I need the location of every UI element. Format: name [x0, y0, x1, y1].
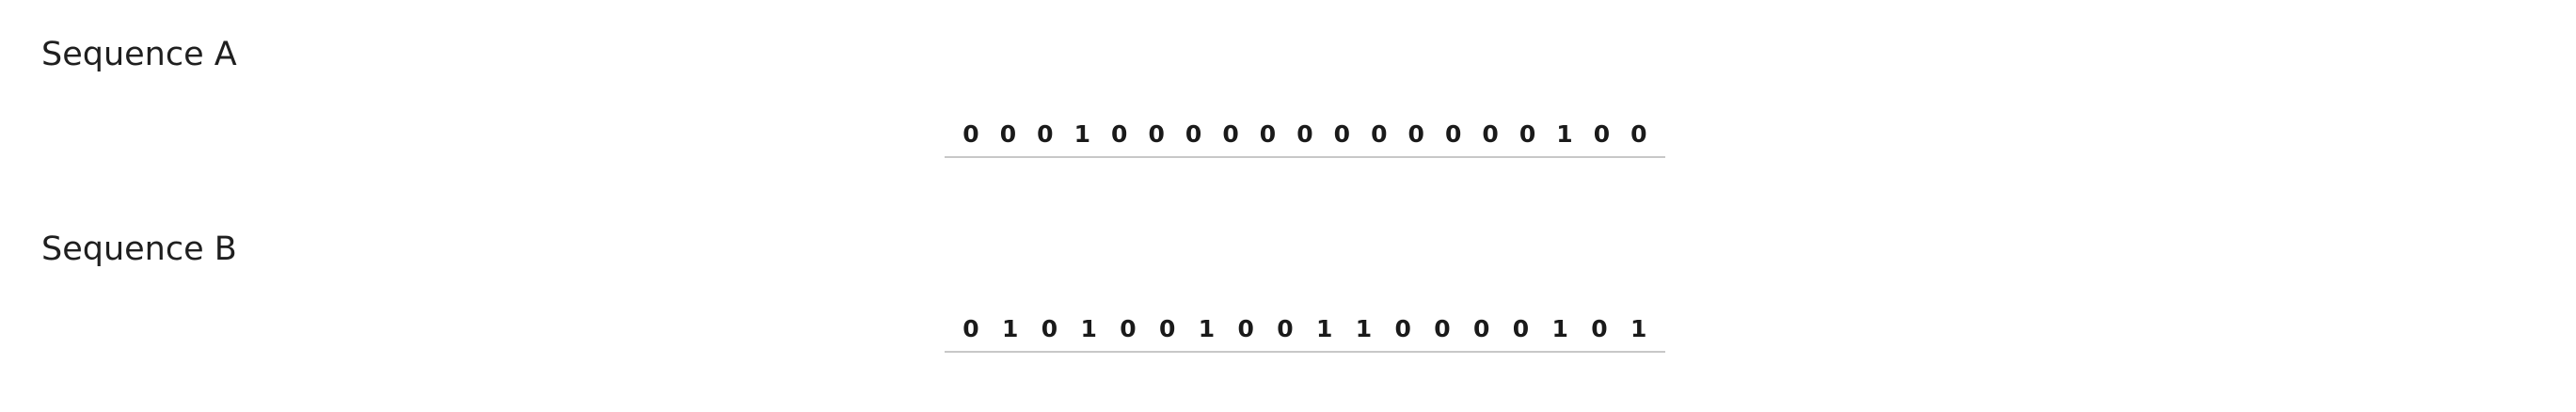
- bit-cell: 0: [962, 120, 979, 148]
- bit-cell: 1: [1551, 315, 1568, 342]
- bit-cell: 0: [1222, 120, 1239, 148]
- bit-cell: 1: [1002, 315, 1019, 342]
- bit-cell: 1: [1630, 315, 1647, 342]
- bit-cell: 0: [1120, 315, 1137, 342]
- bit-cell: 1: [1080, 315, 1097, 342]
- bit-cell: 0: [1111, 120, 1128, 148]
- bit-cell: 0: [1237, 315, 1254, 342]
- bit-cell: 0: [1259, 120, 1277, 148]
- bit-cell: 0: [1277, 315, 1294, 342]
- bit-cell: 1: [1198, 315, 1216, 342]
- bit-cell: 0: [1159, 315, 1176, 342]
- sequence-a-title: Sequence A: [41, 36, 237, 73]
- bit-cell: 1: [1355, 315, 1373, 342]
- bit-cell: 0: [1482, 120, 1499, 148]
- bit-cell: 0: [1371, 120, 1388, 148]
- bit-cell: 0: [1296, 120, 1313, 148]
- bit-cell: 0: [1041, 315, 1058, 342]
- bit-cell: 0: [1444, 120, 1462, 148]
- bit-cell: 0: [1519, 120, 1536, 148]
- bit-cell: 1: [1556, 120, 1573, 148]
- bit-cell: 0: [1434, 315, 1451, 342]
- bit-cell: 0: [1407, 120, 1424, 148]
- bit-cell: 0: [1148, 120, 1165, 148]
- bit-cell: 1: [1316, 315, 1333, 342]
- bit-cell: 1: [1073, 120, 1091, 148]
- bit-cell: 0: [962, 315, 979, 342]
- sequence-b-title: Sequence B: [41, 230, 237, 268]
- bit-cell: 0: [1591, 315, 1608, 342]
- sequence-a-bits: 0001000000000000100: [945, 113, 1665, 158]
- sequence-b-bits: 010100100110000101: [945, 308, 1665, 353]
- bit-cell: 0: [1185, 120, 1202, 148]
- bit-cell: 0: [999, 120, 1017, 148]
- bit-cell: 0: [1630, 120, 1647, 148]
- bit-cell: 0: [1473, 315, 1490, 342]
- bit-cell: 0: [1394, 315, 1411, 342]
- bit-cell: 0: [1333, 120, 1351, 148]
- bit-cell: 0: [1037, 120, 1054, 148]
- bit-cell: 0: [1593, 120, 1611, 148]
- bit-cell: 0: [1512, 315, 1530, 342]
